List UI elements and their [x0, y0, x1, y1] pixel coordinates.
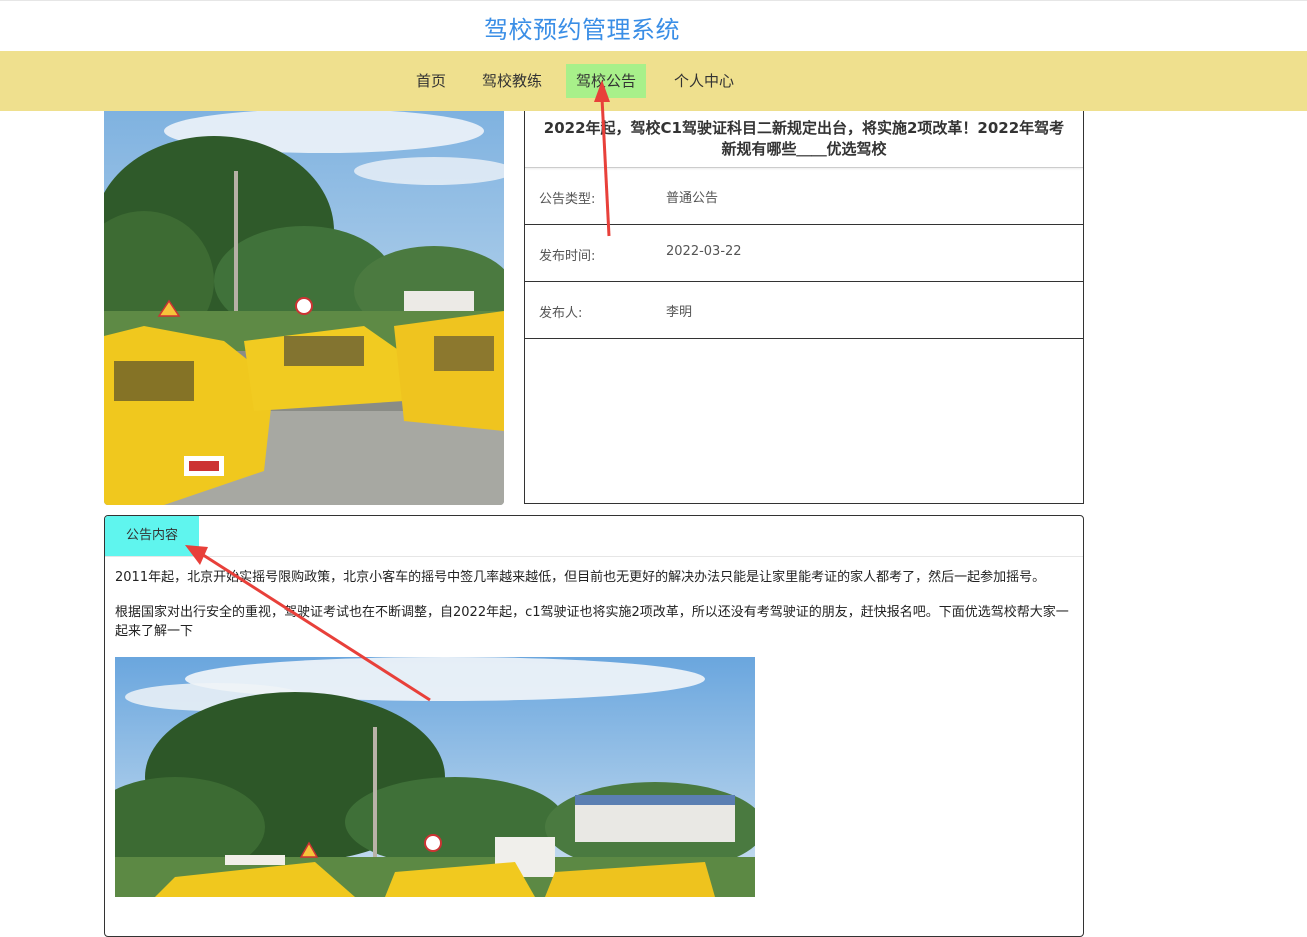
- site-title: 驾校预约管理系统: [484, 16, 680, 44]
- publish-time-label: 发布时间:: [539, 249, 596, 264]
- nav-bar: 首页 驾校教练 驾校公告 个人中心: [0, 51, 1307, 111]
- tab-notice-content[interactable]: 公告内容: [105, 516, 199, 556]
- notice-content-body: 2011年起，北京开始实摇号限购政策，北京小客车的摇号中签几率越来越低，但目前也…: [105, 557, 1083, 897]
- publisher-row: 发布人: 李明: [525, 282, 1083, 339]
- notice-info-panel: 2022年起，驾校C1驾驶证科目二新规定出台，将实施2项改革！2022年驾考新规…: [524, 111, 1084, 504]
- driving-school-cars-photo: [115, 657, 755, 897]
- notice-type-row: 公告类型: 普通公告: [525, 168, 1083, 225]
- notice-type-label: 公告类型:: [539, 192, 596, 207]
- notice-content-panel: 公告内容 2011年起，北京开始实摇号限购政策，北京小客车的摇号中签几率越来越低…: [104, 515, 1084, 937]
- content-tab-header: 公告内容: [105, 516, 1083, 557]
- publish-time-value: 2022-03-22: [666, 244, 742, 259]
- notice-title: 2022年起，驾校C1驾驶证科目二新规定出台，将实施2项改革！2022年驾考新规…: [525, 111, 1083, 168]
- content-paragraph: 2011年起，北京开始实摇号限购政策，北京小客车的摇号中签几率越来越低，但目前也…: [115, 570, 1046, 585]
- driving-school-cars-photo: [104, 111, 504, 505]
- nav-item-coaches[interactable]: 驾校教练: [472, 64, 552, 98]
- notice-cover-image: [104, 111, 504, 505]
- top-border: [0, 0, 1307, 1]
- nav-item-notices[interactable]: 驾校公告: [566, 64, 647, 98]
- notice-type-value: 普通公告: [666, 191, 719, 206]
- nav-item-home[interactable]: 首页: [406, 64, 456, 98]
- publish-time-row: 发布时间: 2022-03-22: [525, 225, 1083, 282]
- publisher-label: 发布人:: [539, 306, 583, 321]
- content-paragraph: 根据国家对出行安全的重视，驾驶证考试也在不断调整，自2022年起，c1驾驶证也将…: [115, 605, 1069, 639]
- publisher-value: 李明: [666, 305, 693, 320]
- nav-item-profile[interactable]: 个人中心: [664, 64, 744, 98]
